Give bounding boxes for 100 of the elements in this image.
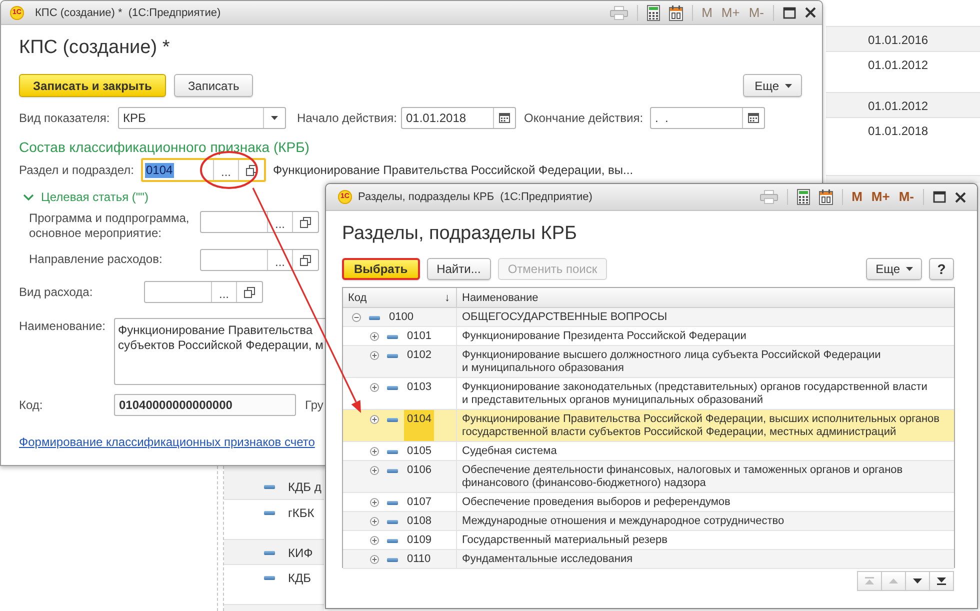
table-row[interactable]: 0104 Функционирование Правительства Российской Федерации, высших исполнительных органов государственной власти субъектов Российской Федерации, местных администраций (343, 410, 954, 442)
table-row[interactable]: 0106 Обеспечение деятельности финансовых, налоговых и таможенных органов и органов финансового (финансово-бюджетного) надзора (343, 461, 954, 493)
sort-indicator: ↓ (444, 292, 450, 304)
table-cell: Государственный материальный резерв (456, 531, 954, 549)
list-row[interactable]: 01.01.2016 (826, 26, 980, 52)
list-row[interactable]: 01.01.2012 (826, 93, 980, 118)
table-cell-text: 0110 (406, 552, 432, 567)
table-row[interactable]: 0101 Функционирование Президента Российской Федерации (343, 327, 954, 346)
table-row[interactable]: 0105 Судебная система (343, 442, 954, 461)
calendar-icon (499, 113, 510, 123)
collapse-icon[interactable] (352, 313, 361, 322)
table-cell-text: 0105 (406, 444, 432, 459)
dash-icon (264, 576, 275, 580)
expand-icon[interactable] (370, 383, 379, 392)
dash-icon (369, 316, 380, 320)
column-header[interactable]: Код ↓ (343, 288, 456, 308)
list-cell: гКБК (288, 506, 314, 520)
expand-icon[interactable] (370, 517, 379, 526)
table-cell: Функционирование законодательных (представительных) органов государственной власти и представительных органов муниципальных образований (456, 378, 954, 409)
calculator-icon[interactable] (796, 189, 810, 205)
nav-button[interactable] (929, 571, 954, 591)
table-row[interactable]: 0102 Функционирование высшего должностного лица субъекта Российской Федерации и муниципального образования (343, 346, 954, 378)
expand-icon[interactable] (370, 498, 379, 507)
dropdown-field[interactable]: КРБ (118, 107, 286, 129)
field-label: Направление расходов: (28, 251, 164, 267)
table-row[interactable]: 0109 Государственный материальный резерв (343, 531, 954, 550)
close-icon[interactable] (955, 192, 966, 202)
field-label: Раздел и подраздел: (19, 162, 136, 178)
field-label: Код: (19, 398, 44, 412)
memory-button[interactable]: M (852, 190, 862, 204)
maximize-icon[interactable] (783, 6, 796, 18)
dash-icon (387, 335, 398, 339)
choose-button[interactable]: ... (211, 282, 236, 302)
date-cell: 01.01.2016 (868, 33, 928, 47)
select-button[interactable]: Выбрать (342, 258, 420, 280)
more-button[interactable]: Еще (742, 74, 802, 97)
table-cell: Международные отношения и международное сотрудничество (456, 512, 954, 530)
table-cell: Судебная система (456, 442, 954, 460)
copy-icon (300, 216, 311, 228)
form-heading: КПС (создание) * (19, 36, 170, 60)
group-toggle[interactable]: Целевая статья ("") (23, 190, 148, 205)
column-header[interactable]: Наименование (456, 288, 954, 308)
expand-icon[interactable] (370, 447, 379, 456)
help-button[interactable]: ? (929, 258, 954, 280)
list-cell: КИФ (288, 546, 313, 560)
date-cell: 01.01.2018 (868, 124, 928, 138)
save-close-button[interactable]: Записать и закрыть (19, 74, 166, 97)
section-title: Состав классификационного признака (КРБ) (19, 138, 310, 156)
date-cell: 01.01.2012 (868, 99, 928, 113)
caret-icon (271, 116, 278, 120)
maximize-icon[interactable] (933, 191, 946, 203)
choose-button[interactable]: ... (267, 212, 292, 232)
memory-button[interactable]: M+ (871, 190, 890, 204)
save-button[interactable]: Записать (174, 74, 254, 97)
calendar-icon (748, 113, 759, 123)
link[interactable]: Формирование классификационных признаков счето (19, 435, 315, 449)
calendar-icon[interactable] (818, 189, 833, 205)
more-button[interactable]: Еще (866, 258, 922, 280)
input-field[interactable]: 0104 ... (141, 158, 266, 182)
table-row[interactable]: 0108 Международные отношения и международное сотрудничество (343, 512, 954, 531)
input-field[interactable]: ... (200, 249, 319, 271)
expand-icon[interactable] (370, 332, 379, 341)
calculator-icon[interactable] (646, 4, 660, 20)
field-value: 0104 (145, 162, 174, 178)
table-row[interactable]: 0103 Функционирование законодательных (представительных) органов государственной власти и представительных органов муниципальных образований (343, 378, 954, 410)
calendar-icon[interactable] (668, 4, 683, 20)
choose-button[interactable]: ... (267, 250, 292, 270)
dash-icon (264, 511, 275, 515)
date-field[interactable]: 01.01.2018 (401, 107, 516, 129)
caret-icon (906, 267, 913, 271)
table-row[interactable]: 0110 Фундаментальные исследования (343, 550, 954, 569)
window-title: Разделы, подразделы КРБ (1С:Предприятие) (358, 191, 592, 203)
list-row[interactable]: КИФ (224, 540, 324, 565)
memory-button[interactable]: M- (898, 190, 914, 204)
table-cell-text: 0103 (406, 380, 432, 395)
triangle-down-icon (913, 577, 922, 585)
table-cell: Функционирование Правительства Российской Федерации, высших исполнительных органов государственной власти субъектов Российской Федерации, местных администраций (456, 410, 954, 441)
expand-icon[interactable] (370, 351, 379, 360)
dash-icon (387, 386, 398, 390)
expand-icon[interactable] (370, 536, 379, 545)
copy-icon (246, 164, 257, 176)
nav-button[interactable] (905, 571, 930, 591)
find-button[interactable]: Найти... (426, 258, 491, 280)
input-field[interactable]: 01040000000000000 (114, 394, 296, 416)
input-field[interactable]: ... (200, 211, 319, 233)
expand-icon[interactable] (370, 415, 379, 424)
table-cell-text: 0100 (388, 310, 414, 325)
dash-icon (387, 558, 398, 562)
date-field[interactable]: . . (650, 107, 765, 129)
table-cell: Обеспечение деятельности финансовых, налоговых и таможенных органов и органов финансового (финансово-бюджетного) надзора (456, 461, 954, 492)
copy-icon (244, 286, 255, 298)
close-icon[interactable] (805, 7, 816, 18)
input-field[interactable]: ... (144, 281, 263, 303)
list-row[interactable]: КДБ д (224, 466, 324, 500)
field-label: Окончание действия: (524, 110, 644, 126)
table-row[interactable]: 0107 Обеспечение проведения выборов и референдумов (343, 493, 954, 512)
choose-button[interactable]: ... (213, 160, 238, 180)
table-row[interactable]: 0100 ОБЩЕГОСУДАРСТВЕННЫЕ ВОПРОСЫ (343, 308, 954, 327)
expand-icon[interactable] (370, 466, 379, 475)
expand-icon[interactable] (370, 555, 379, 564)
